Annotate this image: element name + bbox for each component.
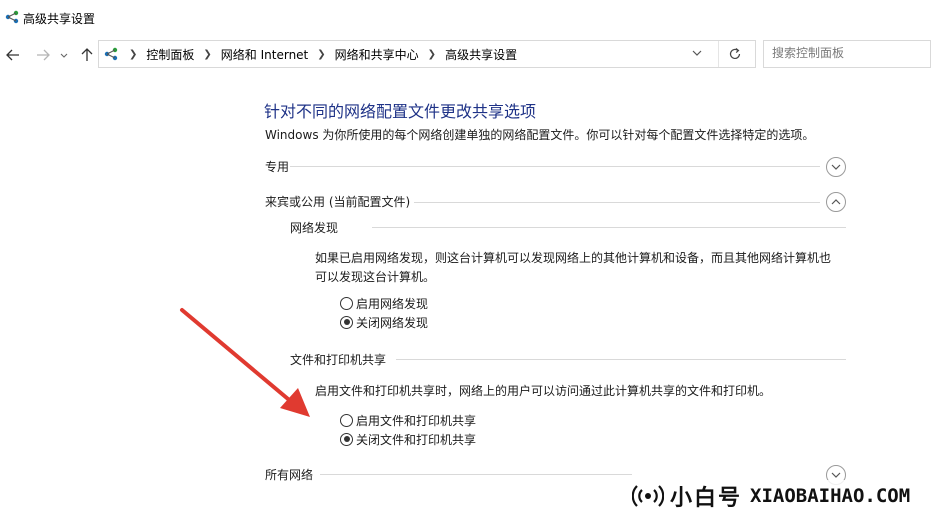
recent-locations-chevron-icon[interactable] [58, 46, 70, 64]
refresh-icon [729, 48, 741, 60]
expand-private-button[interactable] [826, 157, 846, 177]
red-arrow-annotation [180, 308, 310, 417]
radio-label[interactable]: 关闭文件和打印机共享 [356, 431, 476, 448]
search-box[interactable] [763, 40, 931, 68]
chevron-right-icon[interactable]: ❯ [317, 49, 325, 60]
forward-arrow-icon[interactable] [34, 46, 52, 64]
breadcrumb-advanced-sharing[interactable]: 高级共享设置 [445, 46, 517, 63]
page-title: 针对不同的网络配置文件更改共享选项 [264, 102, 537, 121]
address-bar[interactable]: ❯ 控制面板 ❯ 网络和 Internet ❯ 网络和共享中心 ❯ 高级共享设置 [98, 40, 756, 68]
breadcrumb-network-sharing-center[interactable]: 网络和共享中心 [335, 46, 419, 63]
divider [320, 474, 632, 475]
address-dropdown-chevron-icon[interactable] [690, 46, 704, 60]
network-icon [5, 10, 19, 24]
page-description: Windows 为你所使用的每个网络创建单独的网络配置文件。你可以针对每个配置文… [265, 128, 815, 142]
refresh-button[interactable] [718, 41, 751, 67]
profile-all-networks-heading[interactable]: 所有网络 [265, 466, 313, 486]
radio-label[interactable]: 关闭网络发现 [356, 314, 428, 331]
divider [396, 359, 846, 360]
window-title: 高级共享设置 [23, 12, 96, 26]
profile-public-heading[interactable]: 来宾或公用 (当前配置文件) [265, 193, 410, 213]
breadcrumb-control-panel[interactable]: 控制面板 [146, 46, 194, 63]
radio-label[interactable]: 启用文件和打印机共享 [356, 412, 476, 429]
turn-off-network-discovery-option[interactable]: 关闭网络发现 [340, 313, 428, 331]
radio-button[interactable] [340, 296, 353, 310]
network-discovery-description-line: 可以发现这台计算机。 [315, 270, 436, 284]
watermark-brand-cn: 小白号 [670, 486, 743, 511]
network-icon [104, 47, 118, 61]
chevron-up-icon [831, 199, 841, 205]
divider [414, 202, 820, 203]
up-arrow-icon[interactable] [78, 46, 96, 64]
chevron-right-icon[interactable]: ❯ [428, 49, 436, 60]
back-arrow-icon[interactable] [4, 46, 22, 64]
title-bar: 高级共享设置 [0, 0, 932, 37]
divider [290, 166, 820, 167]
breadcrumb-network-internet[interactable]: 网络和 Internet [221, 46, 308, 63]
chevron-right-icon[interactable]: ❯ [203, 49, 211, 60]
file-printer-sharing-description: 启用文件和打印机共享时，网络上的用户可以访问通过此计算机共享的文件和打印机。 [315, 384, 772, 398]
radio-button-selected[interactable] [340, 432, 353, 446]
radio-button[interactable] [340, 413, 353, 427]
turn-on-network-discovery-option[interactable]: 启用网络发现 [340, 294, 428, 312]
collapse-public-button[interactable] [826, 192, 846, 212]
network-discovery-description-line: 如果已启用网络发现，则这台计算机可以发现网络上的其他计算机和设备，而且其他网络计… [315, 251, 832, 265]
signal-icon [632, 485, 664, 507]
main-content: 针对不同的网络配置文件更改共享选项 Windows 为你所使用的每个网络创建单独… [0, 72, 932, 519]
radio-button-selected[interactable] [340, 315, 353, 329]
divider [372, 227, 846, 228]
search-input[interactable] [772, 41, 922, 65]
chevron-down-icon [831, 164, 841, 170]
watermark-brand-en: XIAOBAIHAO.COM [750, 485, 911, 507]
watermark-logo: 小白号 XIAOBAIHAO.COM [632, 480, 911, 512]
turn-off-file-printer-sharing-option[interactable]: 关闭文件和打印机共享 [340, 430, 476, 448]
network-discovery-description: 如果已启用网络发现，则这台计算机可以发现网络上的其他计算机和设备，而且其他网络计… [315, 249, 831, 287]
profile-private-heading[interactable]: 专用 [265, 158, 289, 178]
network-discovery-heading: 网络发现 [290, 221, 339, 235]
breadcrumb: ❯ 控制面板 ❯ 网络和 Internet ❯ 网络和共享中心 ❯ 高级共享设置 [123, 41, 517, 67]
radio-label[interactable]: 启用网络发现 [356, 295, 428, 312]
chevron-right-icon[interactable]: ❯ [129, 49, 137, 60]
chevron-down-icon [831, 472, 841, 478]
turn-on-file-printer-sharing-option[interactable]: 启用文件和打印机共享 [340, 411, 476, 429]
